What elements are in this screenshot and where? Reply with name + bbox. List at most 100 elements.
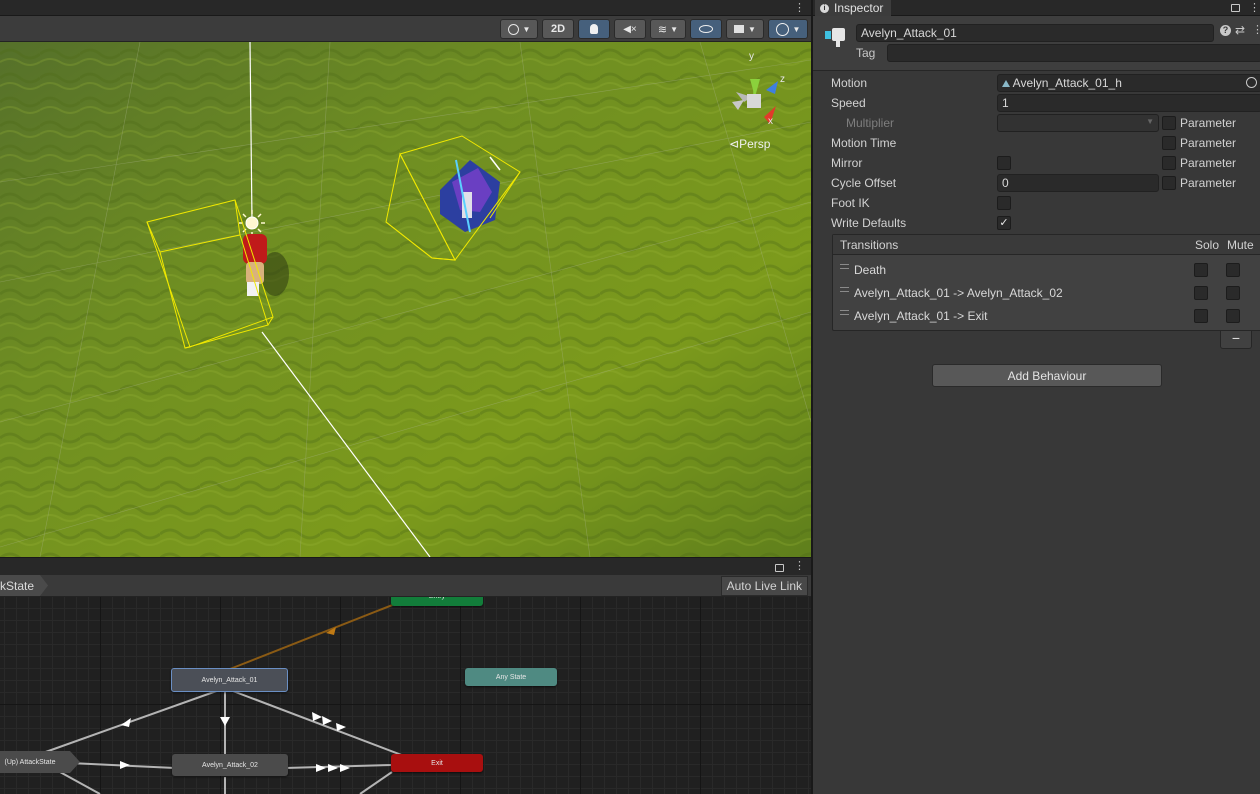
cycle-offset-parameter-checkbox[interactable] xyxy=(1162,176,1176,190)
parameter-label: Parameter xyxy=(1180,136,1237,150)
write-defaults-checkbox[interactable]: ✓ xyxy=(997,216,1011,230)
tag-field[interactable] xyxy=(887,44,1260,62)
animator-panel: ⋮ kState Auto Live Link Avelyn_Attack_01… xyxy=(0,557,811,794)
state-node-attack-02[interactable]: Avelyn_Attack_02 xyxy=(172,754,288,776)
scene-tab-bar: ⋮ xyxy=(0,0,811,16)
shading-sphere-icon xyxy=(507,23,519,35)
multiplier-dropdown: ▼ xyxy=(997,114,1159,132)
gizmo-z-label: z xyxy=(780,74,785,85)
drag-handle-icon[interactable] xyxy=(840,310,849,315)
gizmos-dropdown[interactable]: ▼ xyxy=(768,19,808,39)
scene-effects-dropdown[interactable]: ≋ ▼ xyxy=(650,19,686,39)
motion-field[interactable]: Avelyn_Attack_01_h xyxy=(997,74,1260,92)
more-options-icon[interactable]: ⋮ xyxy=(794,1,805,14)
gizmo-y-label: y xyxy=(749,51,754,62)
object-picker-icon[interactable] xyxy=(1246,77,1257,88)
scene-lighting-toggle[interactable] xyxy=(578,19,610,39)
chevron-down-icon: ▼ xyxy=(1146,117,1154,126)
parameter-label: Parameter xyxy=(1180,176,1237,190)
parent-state-label: (Up) AttackState xyxy=(4,758,56,766)
inspector-tab-bar: i Inspector ⋮ xyxy=(813,0,1260,16)
mute-column-label: Mute xyxy=(1227,238,1254,252)
camera-icon xyxy=(734,25,745,33)
mute-checkbox[interactable] xyxy=(1226,309,1240,323)
animator-state-icon xyxy=(825,28,847,47)
mute-checkbox[interactable] xyxy=(1226,263,1240,277)
cycle-offset-field[interactable]: 0 xyxy=(997,174,1159,192)
chevron-down-icon: ▼ xyxy=(748,24,756,34)
mirror-checkbox[interactable] xyxy=(997,156,1011,170)
mirror-parameter-checkbox[interactable] xyxy=(1162,156,1176,170)
transition-row[interactable]: Avelyn_Attack_01 -> Exit xyxy=(833,305,1260,327)
draw-mode-dropdown[interactable]: ▼ xyxy=(500,19,538,39)
chevron-down-icon: ▼ xyxy=(792,24,801,34)
scene-audio-toggle[interactable]: ◀× xyxy=(614,19,646,39)
more-options-icon[interactable]: ⋮ xyxy=(1252,23,1260,36)
animator-tab-bar: ⋮ xyxy=(0,557,811,575)
parameter-label: Parameter xyxy=(1180,116,1237,130)
transition-name: Avelyn_Attack_01 -> Exit xyxy=(854,309,988,323)
audio-mute-icon: ◀× xyxy=(623,23,637,35)
projection-toggle[interactable]: ⊲Persp xyxy=(729,137,770,151)
transitions-list: Transitions Solo Mute Death Avelyn_Attac… xyxy=(832,234,1260,331)
projection-label: Persp xyxy=(739,137,771,151)
mute-checkbox[interactable] xyxy=(1226,286,1240,300)
state-machine-graph[interactable]: Entry Avelyn_Attack_01 Any State (Up) At… xyxy=(0,597,811,794)
speed-field[interactable]: 1 xyxy=(997,94,1260,112)
2d-mode-button[interactable]: 2D xyxy=(542,19,574,39)
scene-toolbar: ▼ 2D ◀× ≋ ▼ ▼ ▼ xyxy=(0,16,811,42)
multiplier-label: Multiplier xyxy=(846,116,895,130)
scene-camera-dropdown[interactable]: ▼ xyxy=(726,19,764,39)
solo-checkbox[interactable] xyxy=(1194,286,1208,300)
foot-ik-label: Foot IK xyxy=(831,196,870,210)
gizmo-x-label: x xyxy=(768,116,773,127)
help-icon[interactable]: ? xyxy=(1220,25,1231,36)
drag-handle-icon[interactable] xyxy=(840,287,849,292)
speed-label: Speed xyxy=(831,96,866,110)
breadcrumb-layer[interactable]: kState xyxy=(0,575,48,596)
more-options-icon[interactable]: ⋮ xyxy=(794,559,805,572)
effects-layers-icon: ≋ xyxy=(657,23,668,36)
chevron-down-icon: ▼ xyxy=(522,24,531,34)
scene-visibility-toggle[interactable] xyxy=(690,19,722,39)
motion-value: Avelyn_Attack_01_h xyxy=(1012,76,1122,90)
chevron-down-icon: ▼ xyxy=(670,24,679,34)
scene-viewport[interactable]: y x z ⊲Persp xyxy=(0,42,811,557)
entry-node[interactable]: Entry xyxy=(391,597,483,606)
solo-column-label: Solo xyxy=(1195,238,1220,252)
lightbulb-icon xyxy=(590,24,598,34)
preset-settings-icon[interactable]: ⇄ xyxy=(1235,23,1245,37)
more-options-icon[interactable]: ⋮ xyxy=(1249,1,1260,14)
multiplier-parameter-checkbox[interactable] xyxy=(1162,116,1176,130)
add-behaviour-button[interactable]: Add Behaviour xyxy=(932,364,1162,387)
info-icon: i xyxy=(820,3,829,13)
tab-inspector[interactable]: i Inspector xyxy=(815,0,892,16)
state-node-attack-01[interactable]: Avelyn_Attack_01 xyxy=(171,668,288,692)
remove-transition-button[interactable]: − xyxy=(1220,331,1252,349)
gizmo-globe-icon xyxy=(775,22,789,36)
auto-live-link-button[interactable]: Auto Live Link xyxy=(720,576,808,596)
foot-ik-checkbox[interactable] xyxy=(997,196,1011,210)
drag-handle-icon[interactable] xyxy=(840,264,849,269)
tag-label: Tag xyxy=(856,46,876,60)
lock-icon[interactable] xyxy=(775,564,784,572)
animation-clip-icon xyxy=(1002,80,1010,87)
lock-icon[interactable] xyxy=(1231,4,1240,12)
mirror-label: Mirror xyxy=(831,156,863,170)
transition-name: Avelyn_Attack_01 -> Avelyn_Attack_02 xyxy=(854,286,1063,300)
solo-checkbox[interactable] xyxy=(1194,263,1208,277)
exit-node[interactable]: Exit xyxy=(391,754,483,772)
state-name-field[interactable]: Avelyn_Attack_01 xyxy=(856,24,1214,42)
motion-time-label: Motion Time xyxy=(831,136,897,150)
motion-time-parameter-checkbox[interactable] xyxy=(1162,136,1176,150)
parent-state-machine-node[interactable]: (Up) AttackState xyxy=(0,751,80,773)
perspective-icon: ⊲ xyxy=(729,137,740,151)
parameter-label: Parameter xyxy=(1180,156,1237,170)
inspector-tab-label: Inspector xyxy=(834,1,884,15)
transition-row[interactable]: Avelyn_Attack_01 -> Avelyn_Attack_02 xyxy=(833,282,1260,304)
transition-row[interactable]: Death xyxy=(833,259,1260,281)
write-defaults-label: Write Defaults xyxy=(831,216,907,230)
any-state-node[interactable]: Any State xyxy=(465,668,557,686)
solo-checkbox[interactable] xyxy=(1194,309,1208,323)
animator-breadcrumb-bar: kState Auto Live Link xyxy=(0,575,811,597)
